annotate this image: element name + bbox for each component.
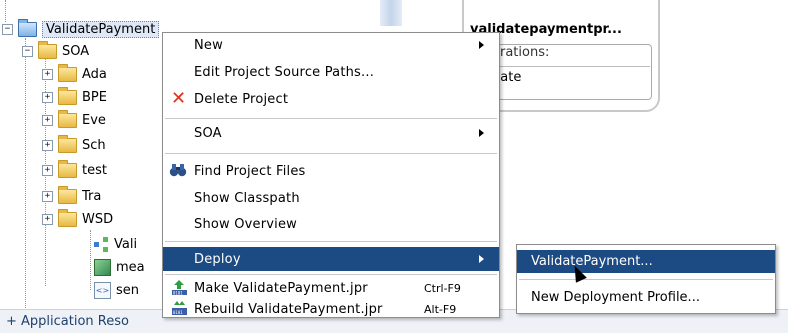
project-label: ValidatePayment: [42, 20, 160, 38]
folder-icon: [38, 40, 57, 59]
folder-icon: [58, 63, 77, 82]
expand-plus-icon[interactable]: +: [42, 91, 53, 103]
tree-item-soa[interactable]: − SOA: [22, 40, 89, 62]
folder-icon: [58, 159, 77, 178]
tree-item-folder[interactable]: + WSD: [42, 208, 113, 230]
menu-item-show-classpath[interactable]: Show Classpath: [163, 187, 499, 209]
tree-label: Tra: [82, 188, 102, 204]
menu-item-new[interactable]: New: [163, 34, 499, 56]
tree-label: WSD: [82, 211, 114, 227]
menu-item-rebuild[interactable]: 0101 Rebuild ValidatePayment.jpr Alt-F9: [163, 298, 499, 320]
xml-file-icon: <>: [94, 281, 111, 299]
submenu-arrow-icon: [479, 41, 484, 49]
menu-item-make[interactable]: 0101 Make ValidatePayment.jpr Ctrl-F9: [163, 277, 499, 299]
tree-item-folder[interactable]: + test: [42, 159, 107, 181]
menu-separator: [165, 274, 497, 275]
menu-item-label: Delete Project: [194, 91, 289, 107]
tree-item-folder[interactable]: + Tra: [42, 185, 101, 207]
expand-plus-icon[interactable]: +: [42, 213, 53, 225]
svg-text:0101: 0101: [173, 291, 183, 296]
tree-label: Ada: [82, 66, 107, 82]
chart-icon: [94, 258, 111, 276]
menu-item-deploy[interactable]: Deploy: [163, 247, 499, 271]
menu-item-show-overview[interactable]: Show Overview: [163, 213, 499, 235]
folder-icon: [58, 134, 77, 153]
delete-x-icon: ✕: [171, 88, 187, 109]
menu-item-label: SOA: [194, 125, 222, 141]
tree-label: Vali: [114, 236, 138, 252]
folder-icon: [58, 86, 77, 105]
folder-icon: [58, 208, 77, 227]
expand-plus-icon[interactable]: +: [42, 190, 53, 202]
context-menu: New Edit Project Source Paths... ✕ Delet…: [162, 32, 500, 318]
menu-separator: [519, 279, 773, 280]
submenu-item-validatepayment[interactable]: ValidatePayment...: [517, 250, 775, 273]
tree-label: Sch: [82, 137, 106, 153]
expand-plus-icon[interactable]: +: [42, 114, 53, 126]
menu-item-label: Find Project Files: [194, 163, 306, 179]
operations-header: erations:: [492, 45, 550, 60]
menu-item-find-project-files[interactable]: Find Project Files: [163, 160, 499, 182]
menu-item-delete-project[interactable]: ✕ Delete Project: [163, 88, 499, 110]
tree-label: mea: [116, 259, 145, 275]
binoculars-icon: [169, 163, 187, 177]
tree-label: BPE: [82, 89, 107, 105]
scrollbar-fragment[interactable]: [380, 0, 402, 26]
project-folder-icon: [18, 18, 37, 37]
menu-item-label: Deploy: [194, 251, 241, 267]
menu-item-label: Make ValidatePayment.jpr: [194, 280, 368, 296]
submenu-item-label: New Deployment Profile...: [531, 289, 700, 305]
menu-item-label: Rebuild ValidatePayment.jpr: [194, 301, 383, 317]
application-resources-label: + Application Reso: [6, 314, 129, 329]
tree-label-soa: SOA: [62, 43, 90, 59]
folder-icon: [58, 109, 77, 128]
expand-minus-icon[interactable]: −: [22, 45, 33, 57]
tree-item-folder[interactable]: + BPE: [42, 86, 107, 108]
menu-separator: [165, 118, 497, 119]
menu-separator: [165, 241, 497, 242]
expand-plus-icon[interactable]: +: [42, 164, 53, 176]
menu-item-shortcut: Ctrl-F9: [424, 281, 461, 295]
menu-item-label: Show Classpath: [194, 190, 300, 206]
submenu-arrow-icon: [479, 255, 484, 263]
menu-item-edit-source-paths[interactable]: Edit Project Source Paths...: [163, 61, 499, 83]
expand-plus-icon[interactable]: +: [42, 68, 53, 80]
tree-item-folder[interactable]: + Sch: [42, 134, 106, 156]
tree-item-file[interactable]: mea: [94, 256, 145, 278]
menu-item-label: Show Overview: [194, 216, 298, 232]
tree-label: Eve: [82, 112, 106, 128]
app-resources-text: Application Reso: [21, 314, 129, 329]
tree-item-project[interactable]: − ValidatePayment: [2, 18, 160, 40]
menu-item-label: New: [194, 37, 223, 53]
menu-item-shortcut: Alt-F9: [424, 302, 457, 316]
tree-item-folder[interactable]: + Ada: [42, 63, 107, 85]
menu-item-soa[interactable]: SOA: [163, 122, 499, 144]
tree-label: sen: [116, 282, 140, 298]
submenu-arrow-icon: [479, 129, 484, 137]
tree-label: test: [82, 162, 107, 178]
svg-text:0101: 0101: [173, 310, 183, 315]
make-icon: 0101: [171, 279, 188, 296]
tree-item-file[interactable]: <> sen: [94, 279, 139, 301]
composite-icon: [94, 236, 109, 252]
menu-separator: [165, 153, 497, 154]
submenu-item-new-deployment-profile[interactable]: New Deployment Profile...: [517, 286, 775, 308]
menu-item-label: Edit Project Source Paths...: [194, 64, 375, 80]
tree-item-folder[interactable]: + Eve: [42, 109, 106, 131]
folder-icon: [58, 185, 77, 204]
expand-plus-icon[interactable]: +: [42, 139, 53, 151]
deploy-submenu: ValidatePayment... New Deployment Profil…: [516, 244, 776, 314]
submenu-item-label: ValidatePayment...: [531, 254, 653, 269]
expand-minus-icon[interactable]: −: [2, 23, 13, 35]
tree-item-file[interactable]: Vali: [94, 233, 137, 255]
rebuild-icon: 0101: [171, 299, 188, 316]
